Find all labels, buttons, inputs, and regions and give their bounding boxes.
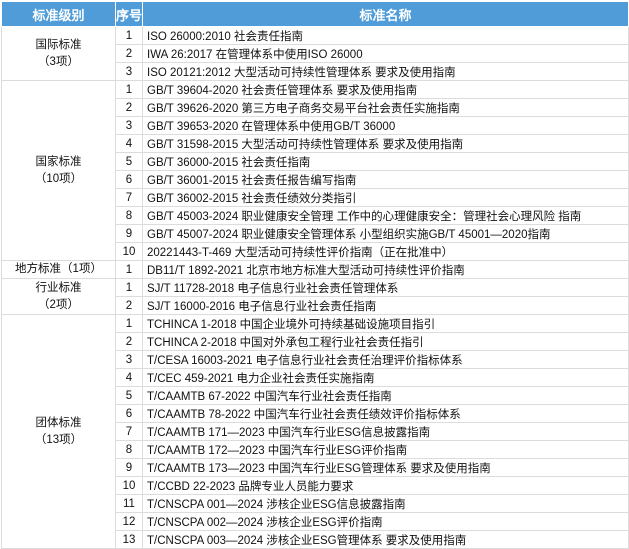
table-row: 国家标准 （10项） 1 GB/T 39604-2020 社会责任管理体系 要求及使用… bbox=[1, 80, 629, 261]
table-row: 国际标准 （3项） 1 ISO 26000:2010 社会责任指南 bbox=[1, 26, 629, 81]
standard-name: T/CAAMTB 173—2023 中国汽车行业ESG管理体系 要求及使用指南 bbox=[142, 458, 629, 477]
standard-name: IWA 26:2017 在管理体系中使用ISO 26000 bbox=[142, 44, 629, 63]
standard-name: SJ/T 16000-2016 电子信息行业社会责任指南 bbox=[142, 296, 629, 315]
standard-name: TCHINCA 1-2018 中国企业境外可持续基础设施项目指引 bbox=[142, 314, 629, 333]
standard-count-label: （2项） bbox=[38, 298, 79, 311]
standard-count-label: （13项） bbox=[34, 433, 83, 446]
standard-name: T/CAAMTB 172—2023 中国汽车行业ESG评价指南 bbox=[142, 440, 629, 459]
standard-name: GB/T 36000-2015 社会责任指南 bbox=[142, 152, 629, 171]
table-row: 地方标准（1项） 1 DB11/T 1892-2021 北京市地方标准大型活动可持续… bbox=[1, 260, 629, 279]
standard-level-label: 国际标准 bbox=[35, 38, 82, 51]
standard-name: ISO 20121:2012 大型活动可持续性管理体系 要求及使用指南 bbox=[142, 62, 629, 81]
standard-name: T/CAAMTB 171—2023 中国汽车行业ESG信息披露指南 bbox=[142, 422, 629, 441]
row-number: 1 bbox=[115, 278, 143, 297]
row-number: 1 bbox=[115, 260, 143, 279]
standard-level-label: 地方标准（1项） bbox=[15, 263, 102, 275]
row-number: 1 bbox=[115, 26, 143, 45]
table-row: 团体标准 （13项） 1 TCHINCA 1-2018 中国企业境外可持续基础设施项目… bbox=[1, 314, 629, 549]
row-number: 2 bbox=[115, 44, 143, 63]
standard-name: SJ/T 11728-2018 电子信息行业社会责任管理体系 bbox=[142, 278, 629, 297]
standard-name: 20221443-T-469 大型活动可持续性评价指南（正在批准中） bbox=[142, 242, 629, 261]
row-number: 1 bbox=[115, 314, 143, 333]
standard-level-cell: 行业标准 （2项） bbox=[1, 278, 116, 315]
row-number: 2 bbox=[115, 98, 143, 117]
standard-name: T/CAAMTB 67-2022 中国汽车行业社会责任指南 bbox=[142, 386, 629, 405]
table-row: 行业标准 （2项） 1 SJ/T 11728-2018 电子信息行业社会责任管理体系 bbox=[1, 278, 629, 315]
standard-count-label: （10项） bbox=[34, 172, 83, 185]
standard-name: GB/T 39653-2020 在管理体系中使用GB/T 36000 bbox=[142, 116, 629, 135]
row-number: 3 bbox=[115, 62, 143, 81]
row-number: 4 bbox=[115, 368, 143, 387]
standard-level-label: 国家标准 bbox=[35, 155, 82, 168]
row-number: 7 bbox=[115, 422, 143, 441]
standard-name: GB/T 31598-2015 大型活动可持续性管理体系 要求及使用指南 bbox=[142, 134, 629, 153]
row-number: 3 bbox=[115, 116, 143, 135]
row-number: 12 bbox=[115, 512, 143, 531]
row-number: 6 bbox=[115, 404, 143, 423]
row-number: 9 bbox=[115, 224, 143, 243]
row-number: 5 bbox=[115, 386, 143, 405]
row-number: 4 bbox=[115, 134, 143, 153]
row-number: 10 bbox=[115, 242, 143, 261]
table-body: 国际标准 （3项） 1 ISO 26000:2010 社会责任指南 2 IWA 26:20… bbox=[1, 26, 629, 549]
standard-name: GB/T 39626-2020 第三方电子商务交易平台社会责任实施指南 bbox=[142, 98, 629, 117]
standard-name: GB/T 45003-2024 职业健康安全管理 工作中的心理健康安全：管理社会… bbox=[142, 206, 629, 225]
row-number: 8 bbox=[115, 206, 143, 225]
standard-level-cell: 国际标准 （3项） bbox=[1, 26, 116, 81]
standard-name: T/CEC 459-2021 电力企业社会责任实施指南 bbox=[142, 368, 629, 387]
standard-level-label: 行业标准 bbox=[35, 281, 82, 294]
standard-level-cell: 国家标准 （10项） bbox=[1, 80, 116, 261]
row-number: 1 bbox=[115, 80, 143, 99]
row-number: 13 bbox=[115, 530, 143, 549]
standard-name: GB/T 39604-2020 社会责任管理体系 要求及使用指南 bbox=[142, 80, 629, 99]
standard-name: GB/T 36001-2015 社会责任报告编写指南 bbox=[142, 170, 629, 189]
row-number: 5 bbox=[115, 152, 143, 171]
standard-level-cell: 地方标准（1项） bbox=[1, 260, 116, 279]
row-number: 10 bbox=[115, 476, 143, 495]
standard-name: TCHINCA 2-2018 中国对外承包工程行业社会责任指引 bbox=[142, 332, 629, 351]
row-number: 7 bbox=[115, 188, 143, 207]
standard-name: T/CNSCPA 001—2024 涉核企业ESG信息披露指南 bbox=[142, 494, 629, 513]
standard-name: T/CNSCPA 002—2024 涉核企业ESG评价指南 bbox=[142, 512, 629, 531]
header-row: 标准级别 序号 标准名称 bbox=[1, 1, 629, 27]
standard-name: T/CAAMTB 78-2022 中国汽车行业社会责任绩效评价指标体系 bbox=[142, 404, 629, 423]
row-number: 9 bbox=[115, 458, 143, 477]
row-number: 2 bbox=[115, 332, 143, 351]
standard-name: T/CESA 16003-2021 电子信息行业社会责任治理评价指标体系 bbox=[142, 350, 629, 369]
standard-count-label: （3项） bbox=[38, 55, 79, 68]
header-level: 标准级别 bbox=[1, 1, 116, 27]
standard-name: DB11/T 1892-2021 北京市地方标准大型活动可持续性评价指南 bbox=[142, 260, 629, 279]
row-number: 3 bbox=[115, 350, 143, 369]
standard-name: ISO 26000:2010 社会责任指南 bbox=[142, 26, 629, 45]
header-name: 标准名称 bbox=[142, 1, 629, 27]
row-number: 8 bbox=[115, 440, 143, 459]
row-number: 6 bbox=[115, 170, 143, 189]
standard-name: T/CCBD 22-2023 品牌专业人员能力要求 bbox=[142, 476, 629, 495]
standards-table: 标准级别 序号 标准名称 国际标准 （3项） 1 ISO 26000:2010 社会责… bbox=[1, 1, 629, 549]
standard-name: T/CNSCPA 003—2024 涉核企业ESG管理体系 要求及使用指南 bbox=[142, 530, 629, 549]
standard-level-label: 团体标准 bbox=[35, 416, 82, 429]
standard-level-cell: 团体标准 （13项） bbox=[1, 314, 116, 549]
row-number: 2 bbox=[115, 296, 143, 315]
standard-name: GB/T 36002-2015 社会责任绩效分类指引 bbox=[142, 188, 629, 207]
header-no: 序号 bbox=[115, 1, 143, 27]
standard-name: GB/T 45007-2024 职业健康安全管理体系 小型组织实施GB/T 45… bbox=[142, 224, 629, 243]
row-number: 11 bbox=[115, 494, 143, 513]
